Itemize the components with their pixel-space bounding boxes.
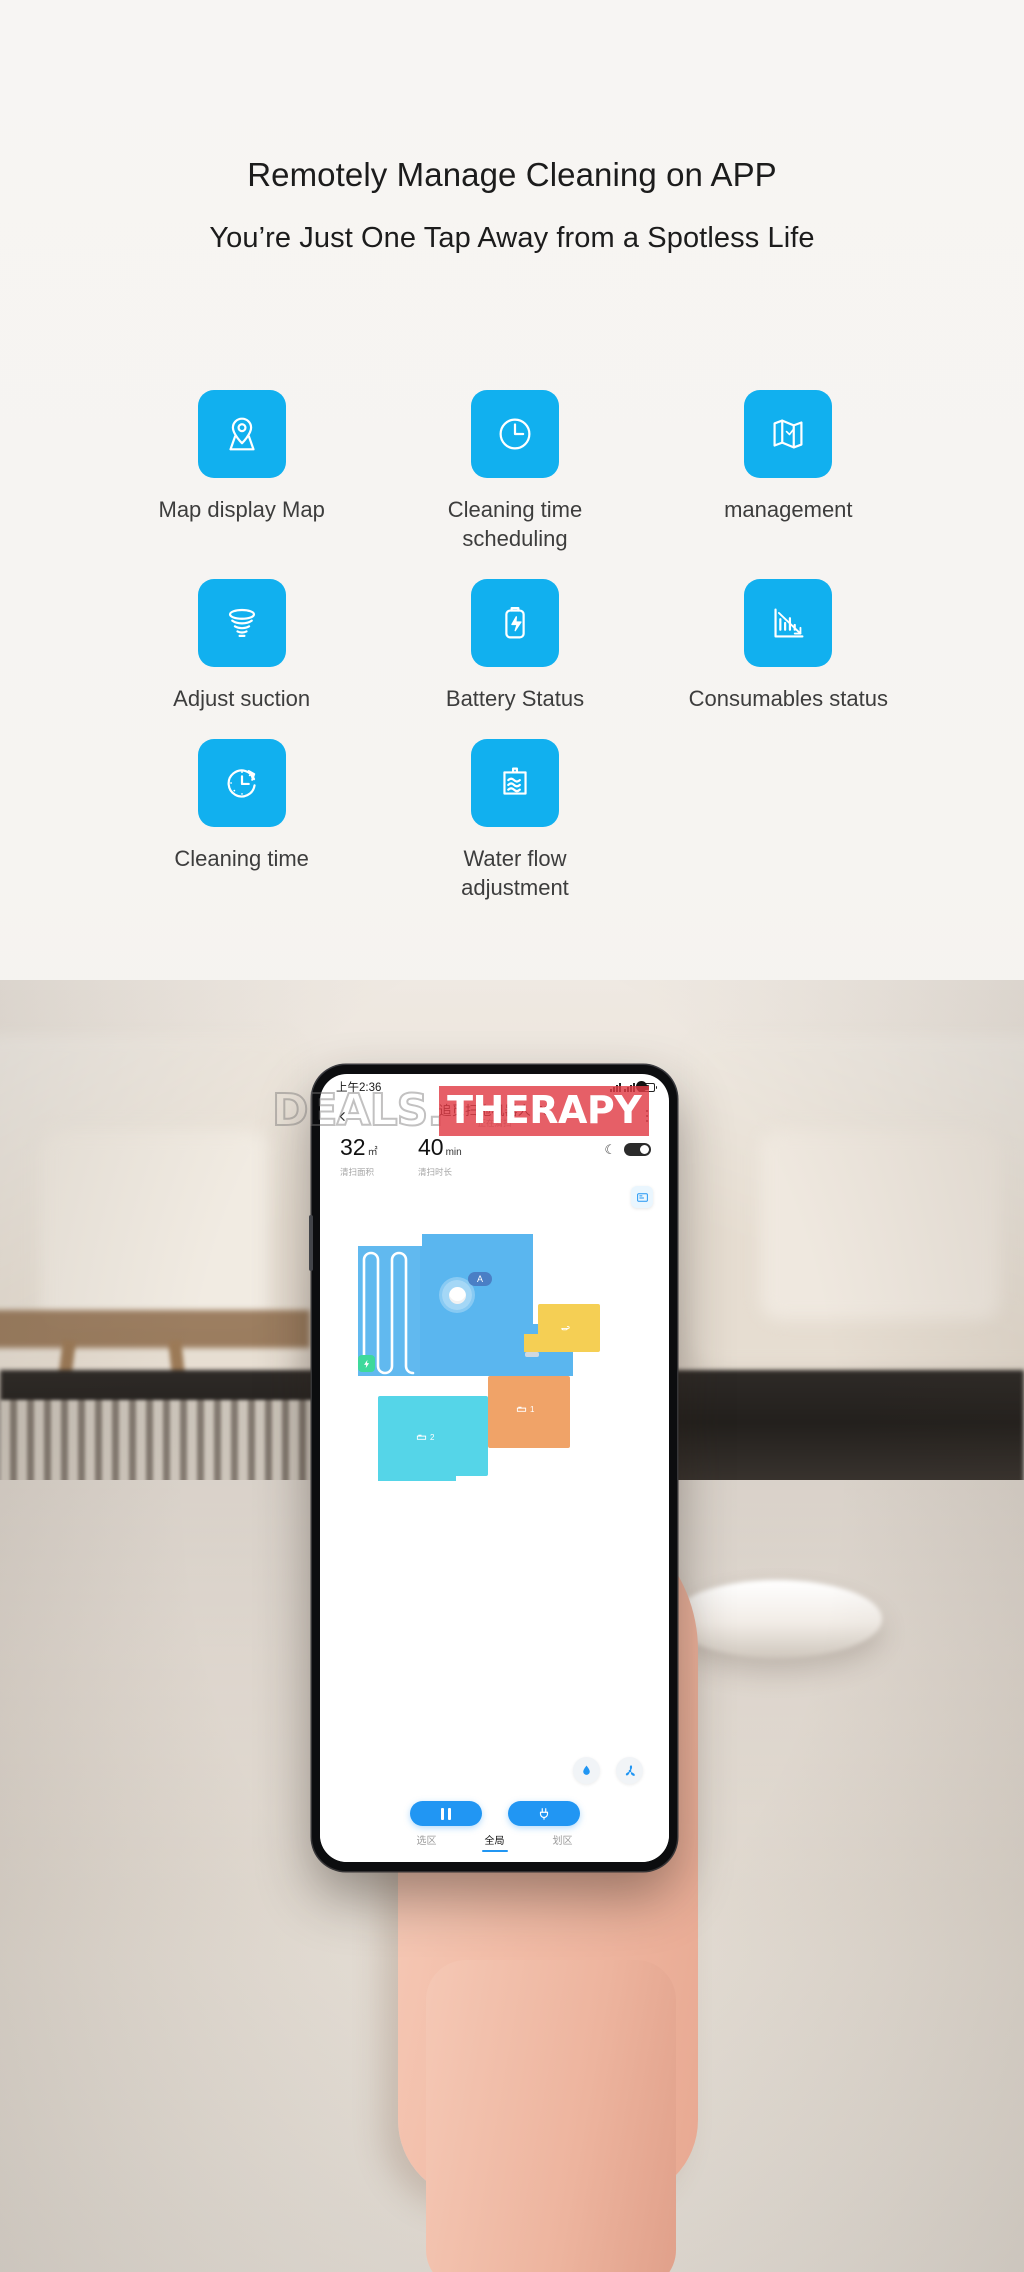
room-living-notch [358,1234,422,1246]
battery-bolt-icon [470,579,559,668]
smartphone-device: 上午2:36 追觅扫拖机器人 F9 正在清扫 32 ㎡ 清扫面积 40 min … [309,1065,677,1871]
feature-item-adjust-suction: Adjust suction [105,579,378,713]
stat-label: 清扫面积 [340,1167,375,1177]
stat-area: 32 ㎡ 清扫面积 [340,1136,418,1178]
room-kitchen-tail [524,1334,544,1352]
night-mode-toggle[interactable] [624,1143,651,1156]
feature-label: Adjust suction [173,686,311,712]
feature-label: management [724,497,853,522]
map-marker-dot [525,1352,539,1357]
front-camera [636,1081,647,1092]
room-tag-number: 2 [430,1433,435,1442]
feature-item-cleaning-time: Cleaning time [105,739,378,902]
water-drop-icon[interactable] [573,1757,600,1784]
feature-item-management: management [652,390,925,553]
app-bar: 追觅扫拖机器人 F9 正在清扫 [320,1100,669,1132]
feature-item-consumables-status: Consumables status [652,579,925,713]
feature-label: Water flow adjustment [461,846,569,901]
suction-fan-icon[interactable] [616,1757,643,1784]
heading-block: Remotely Manage Cleaning on APP You’re J… [0,155,1024,255]
status-time: 上午2:36 [336,1082,382,1094]
pause-icon [440,1807,451,1820]
app-title-block: 追觅扫拖机器人 F9 正在清扫 [352,1104,637,1129]
dock-plug-icon [539,1807,548,1820]
moon-icon: ☾ [604,1142,616,1157]
room-bedroom-2-step [378,1469,456,1481]
clock-icon [470,390,559,478]
stat-unit: min [445,1147,462,1158]
feature-label: Cleaning time [174,846,309,872]
map-pin-icon [197,390,286,478]
stats-row: 32 ㎡ 清扫面积 40 min 清扫时长 ☾ [320,1132,669,1178]
map-area[interactable]: 1 2 A 选区 全局 划区 [320,1178,669,1862]
wrist [426,1960,676,2272]
clock-arrow-icon [197,739,286,828]
map-canvas[interactable]: 1 2 A [320,1224,669,1644]
power-button[interactable] [309,1215,313,1271]
stat-duration: 40 min 清扫时长 [418,1136,496,1178]
tab-draw-zone[interactable]: 划区 [553,1832,573,1852]
promo-page: Remotely Manage Cleaning on APP You’re J… [0,0,1024,2272]
night-mode-control: ☾ [604,1136,651,1156]
mode-buttons [573,1757,643,1784]
phone-screen: 上午2:36 追觅扫拖机器人 F9 正在清扫 32 ㎡ 清扫面积 40 min … [320,1074,669,1862]
pause-button[interactable] [409,1801,482,1826]
return-dock-button[interactable] [507,1801,580,1826]
robot-position-marker[interactable] [442,1280,472,1310]
robot-label: A [468,1272,493,1286]
charging-dock-icon [358,1355,375,1372]
feature-item-battery-status: Battery Status [378,579,651,713]
kebab-menu-icon[interactable] [637,1109,657,1123]
page-subtitle: You’re Just One Tap Away from a Spotless… [209,221,815,254]
tab-select-zone[interactable]: 选区 [417,1832,437,1852]
cyclone-icon [197,579,286,668]
chevron-left-icon[interactable] [332,1106,352,1126]
water-flow-icon [470,739,559,828]
consumables-chart-icon [744,579,833,668]
feature-label: Consumables status [688,686,888,712]
feature-label: Cleaning time scheduling [447,497,583,552]
room-tag-number: 1 [530,1405,535,1414]
feature-label: Map display Map [158,497,325,522]
feature-item-water-flow: Water flow adjustment [378,739,651,902]
wifi-icon [624,1082,635,1092]
device-status: 正在清扫 [477,1118,512,1129]
status-bar: 上午2:36 [320,1074,669,1100]
room-tag-kitchen [560,1322,571,1333]
stat-unit: ㎡ [367,1147,378,1158]
stat-value-wrap: 40 min [418,1136,496,1160]
room-tag-bedroom-1: 1 [516,1404,534,1415]
device-name: 追觅扫拖机器人 F9 [438,1102,551,1118]
action-buttons [320,1801,669,1826]
stat-value: 32 [340,1134,366,1160]
feature-item-cleaning-schedule: Cleaning time scheduling [378,390,651,553]
status-indicators [610,1082,657,1092]
feature-label: Battery Status [445,686,585,712]
stat-value: 40 [418,1134,444,1160]
page-title: Remotely Manage Cleaning on APP [247,156,777,193]
stat-label: 清扫时长 [418,1167,453,1177]
map-fold-icon [744,390,833,478]
tab-global[interactable]: 全局 [485,1832,505,1852]
signal-icon [610,1082,621,1092]
bottom-tabs: 选区 全局 划区 [320,1832,669,1856]
feature-grid: Map display Map Cleaning time scheduling [105,390,925,902]
map-edit-icon[interactable] [631,1186,653,1208]
room-tag-bedroom-2: 2 [416,1432,434,1443]
feature-item-map-display: Map display Map [105,390,378,553]
stat-value-wrap: 32 ㎡ [340,1136,418,1160]
